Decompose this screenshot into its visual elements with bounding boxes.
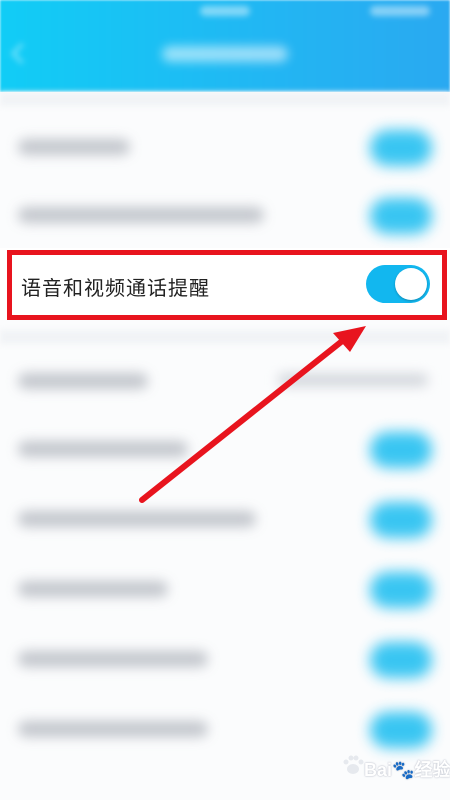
setting-label-blurred (18, 581, 168, 597)
setting-row[interactable] (0, 346, 450, 416)
setting-label-blurred (18, 139, 130, 155)
setting-label-blurred (18, 373, 148, 389)
toggle-switch-blurred[interactable] (370, 198, 432, 234)
highlight-annotation-box (7, 250, 447, 320)
setting-row[interactable] (0, 180, 450, 250)
status-bar-icons-blurred (370, 6, 430, 16)
section-divider (0, 330, 450, 344)
toggle-switch-blurred[interactable] (370, 432, 432, 468)
setting-label-blurred (18, 651, 208, 667)
toggle-switch-blurred[interactable] (370, 572, 432, 608)
settings-list (0, 92, 450, 800)
setting-label-blurred (18, 721, 208, 737)
toggle-switch-blurred[interactable] (370, 502, 432, 538)
setting-row[interactable] (0, 624, 450, 694)
watermark-text: Bai🐾经验 (364, 760, 450, 780)
baidu-jingyan-watermark: Bai🐾经验 (336, 748, 450, 788)
setting-label-blurred (18, 511, 256, 527)
app-header (0, 0, 450, 92)
setting-label-blurred (18, 441, 188, 457)
toggle-switch-blurred[interactable] (370, 130, 432, 166)
setting-row[interactable] (0, 554, 450, 624)
toggle-switch-blurred[interactable] (370, 712, 432, 748)
section-divider (0, 92, 450, 106)
setting-row[interactable] (0, 484, 450, 554)
setting-row[interactable] (0, 414, 450, 484)
setting-label-blurred (18, 207, 264, 223)
status-bar-clock-blurred (200, 6, 250, 16)
paw-logo-icon (343, 755, 364, 774)
setting-value-blurred (278, 374, 428, 386)
toggle-switch-blurred[interactable] (370, 642, 432, 678)
back-arrow-icon[interactable] (10, 42, 33, 65)
page-title-blurred (162, 46, 288, 62)
setting-row[interactable] (0, 112, 450, 182)
